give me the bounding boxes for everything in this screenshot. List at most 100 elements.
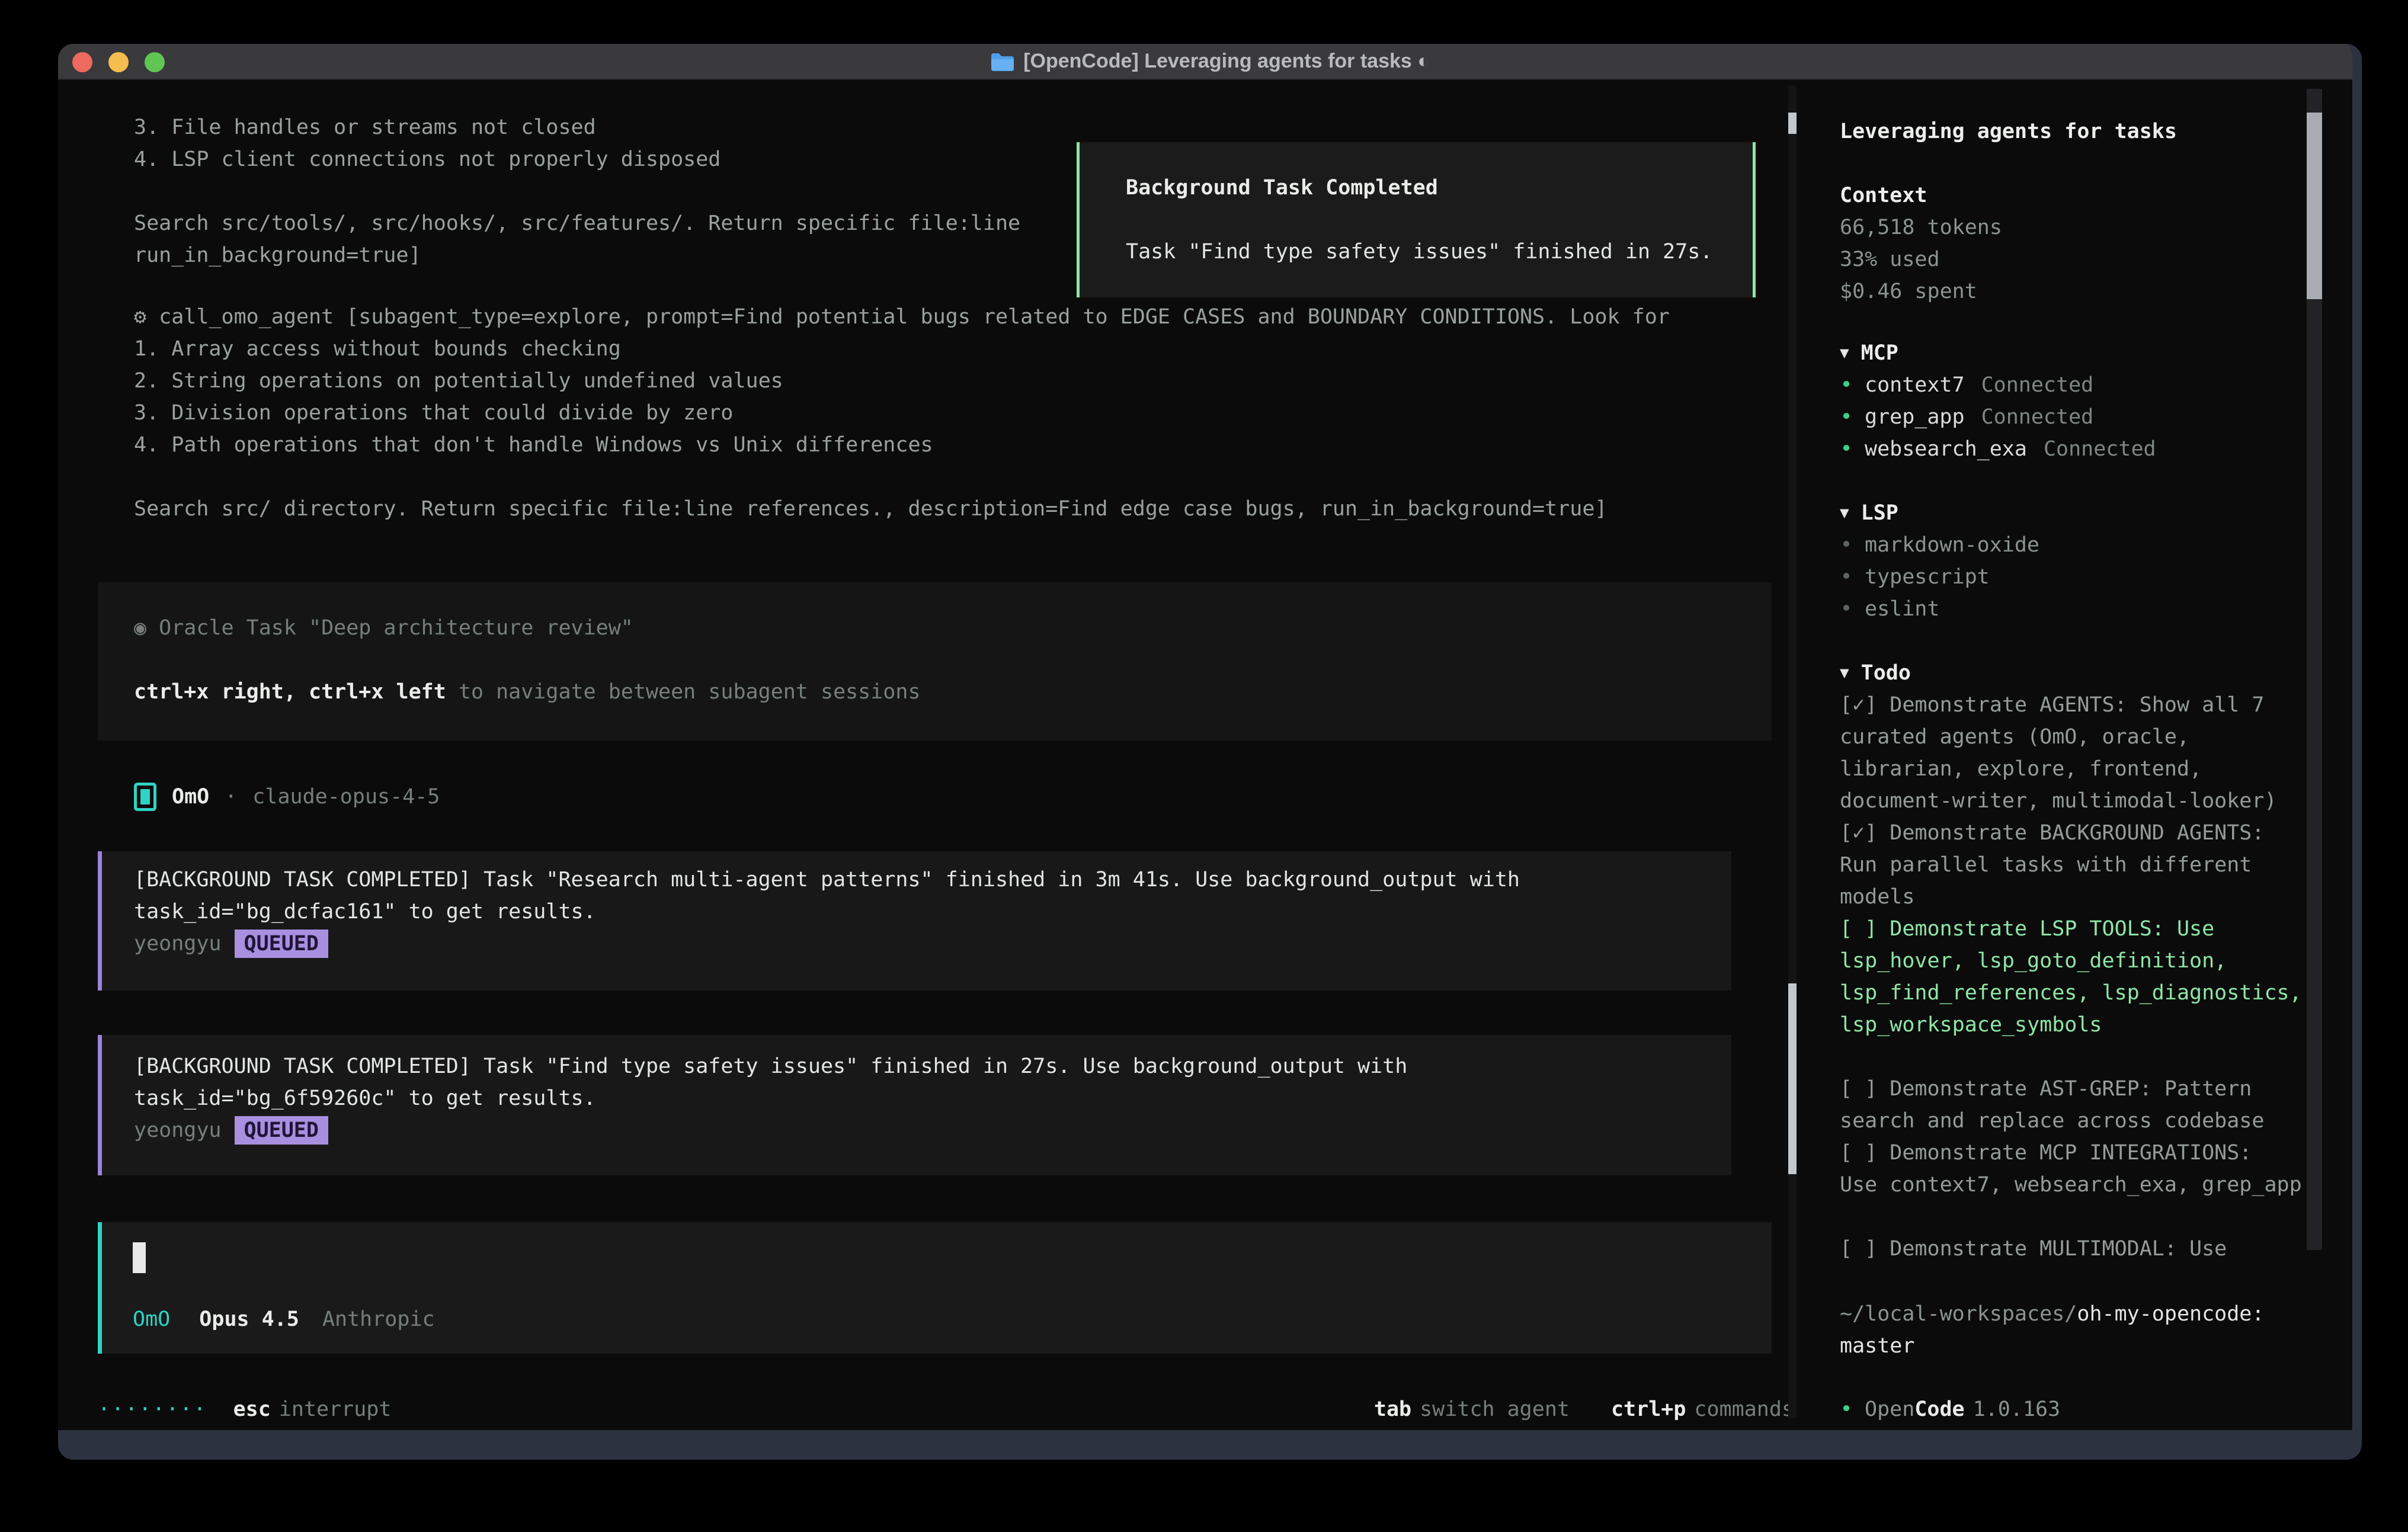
- chevron-down-icon: ▼: [1840, 657, 1849, 689]
- record-icon: ◉: [134, 616, 146, 640]
- task-completed-box-2: [BACKGROUND TASK COMPLETED] Task "Find t…: [98, 1035, 1731, 1175]
- separator-dot: ·: [225, 781, 237, 813]
- lsp-item-name: typescript: [1865, 561, 1990, 593]
- opencode-window: [OpenCode] Leveraging agents for tasks ◐…: [58, 44, 2362, 1460]
- mcp-item: • context7 Connected: [1840, 369, 2351, 401]
- lsp-item-name: markdown-oxide: [1865, 529, 2039, 561]
- ctrlp-label: commands: [1694, 1393, 1794, 1425]
- chevron-down-icon: ▼: [1840, 337, 1849, 369]
- lsp-item: • typescript: [1840, 561, 2351, 593]
- chevron-down-icon: ▼: [1840, 497, 1849, 529]
- tab-label: switch agent: [1420, 1393, 1570, 1425]
- status-bar: ········ esc interrupt tab switch agent …: [98, 1393, 1794, 1425]
- agent-terminal-icon: [134, 783, 156, 811]
- mcp-item-name: context7: [1865, 369, 1965, 401]
- input-model: Opus 4.5: [199, 1307, 299, 1331]
- main-scrollbar-track[interactable]: [1788, 85, 1797, 1418]
- sidebar-scrollbar-thumb[interactable]: [2307, 113, 2322, 299]
- lsp-header-label: LSP: [1861, 497, 1898, 529]
- opencode-version: 1.0.163: [1973, 1398, 2061, 1421]
- bullet-icon: •: [1840, 1393, 1853, 1425]
- mcp-item-name: grep_app: [1865, 401, 1965, 433]
- mcp-item-status: Connected: [1981, 401, 2094, 433]
- agent-session-line: OmO · claude-opus-4-5: [134, 781, 440, 813]
- task-user: yeongyu: [134, 1118, 222, 1142]
- mcp-header-label: MCP: [1861, 337, 1898, 369]
- close-button[interactable]: [72, 52, 92, 72]
- bullet-icon: •: [1840, 529, 1853, 561]
- traffic-lights: [72, 44, 165, 80]
- tool-call-first-line: ⚙ call_omo_agent [subagent_type=explore,…: [134, 301, 1757, 333]
- status-left: ········ esc interrupt: [98, 1393, 391, 1425]
- prompt-input[interactable]: OmO Opus 4.5 Anthropic: [98, 1222, 1772, 1354]
- todo-pending-items: [ ] Demonstrate AST-GREP: Pattern search…: [1840, 1073, 2351, 1201]
- bullet-icon: •: [1840, 593, 1853, 625]
- folder-icon: [990, 52, 1014, 71]
- minimize-button[interactable]: [108, 52, 129, 72]
- todo-header-label: Todo: [1861, 657, 1911, 689]
- task-completed-box-1: [BACKGROUND TASK COMPLETED] Task "Resear…: [98, 851, 1731, 991]
- task-body: [BACKGROUND TASK COMPLETED] Task "Resear…: [134, 864, 1731, 928]
- esc-label: interrupt: [279, 1393, 392, 1425]
- mcp-item-status: Connected: [1981, 369, 2094, 401]
- workspace-prefix: ~/local-workspaces/: [1840, 1302, 2077, 1326]
- oracle-task-box: ◉ Oracle Task "Deep architecture review"…: [98, 582, 1772, 741]
- task-user: yeongyu: [134, 932, 222, 956]
- context-stats: 66,518 tokens 33% used $0.46 spent: [1840, 211, 2351, 307]
- oracle-hint: ctrl+x right, ctrl+x left to navigate be…: [134, 676, 1772, 708]
- context-header: Context: [1840, 180, 2351, 211]
- bullet-icon: •: [1840, 369, 1853, 401]
- agent-model: claude-opus-4-5: [252, 781, 440, 813]
- tab-key: tab: [1374, 1393, 1411, 1425]
- lsp-item: • eslint: [1840, 593, 2351, 625]
- main-scrollbar-thumb[interactable]: [1788, 983, 1797, 1174]
- context-header-label: Context: [1840, 180, 1927, 211]
- background-task-toast: Background Task Completed Task "Find typ…: [1077, 142, 1756, 297]
- task-user-row: yeongyu QUEUED: [134, 928, 1731, 960]
- workspace-repo: oh-my-opencode:: [2077, 1302, 2264, 1326]
- opencode-name-dim: Open: [1865, 1398, 1914, 1421]
- text-cursor: [133, 1242, 146, 1273]
- todo-pending-item-multimodal: [ ] Demonstrate MULTIMODAL: Use: [1840, 1233, 2351, 1265]
- lsp-header[interactable]: ▼ LSP: [1840, 497, 2351, 529]
- opencode-name: OpenCode 1.0.163: [1865, 1393, 2060, 1425]
- oracle-task-title: ◉ Oracle Task "Deep architecture review": [134, 612, 1772, 644]
- mcp-item-status: Connected: [2044, 433, 2156, 465]
- workspace-branch: master: [1840, 1330, 2351, 1362]
- mcp-list: •context7Connected•grep_appConnected•web…: [1840, 369, 2351, 465]
- lsp-item-name: eslint: [1865, 593, 1939, 625]
- agent-name: OmO: [172, 781, 209, 813]
- sidebar-session-title: Leveraging agents for tasks: [1840, 116, 2351, 148]
- tool-call-text: call_omo_agent [subagent_type=explore, p…: [159, 305, 1670, 329]
- tool-call-rest: 1. Array access without bounds checking …: [134, 333, 1757, 525]
- title-wrap: [OpenCode] Leveraging agents for tasks ◐: [990, 50, 1430, 73]
- maximize-button[interactable]: [145, 52, 165, 72]
- queued-badge: QUEUED: [235, 1116, 328, 1145]
- todo-active-item: [ ] Demonstrate LSP TOOLS: Use lsp_hover…: [1840, 913, 2351, 1041]
- task-body: [BACKGROUND TASK COMPLETED] Task "Find t…: [134, 1050, 1731, 1114]
- queued-badge: QUEUED: [235, 930, 328, 958]
- toast-body: Task "Find type safety issues" finished …: [1126, 236, 1753, 268]
- spinner-dots-icon: ········: [98, 1393, 207, 1425]
- mcp-header[interactable]: ▼ MCP: [1840, 337, 2351, 369]
- oracle-task-label: Oracle Task "Deep architecture review": [159, 616, 633, 640]
- mcp-item: •websearch_exaConnected: [1840, 433, 2351, 465]
- mcp-item-name: websearch_exa: [1865, 433, 2027, 465]
- titlebar: [OpenCode] Leveraging agents for tasks ◐: [58, 44, 2362, 80]
- toast-title: Background Task Completed: [1126, 172, 1753, 204]
- opencode-name-bold: Code: [1914, 1398, 1964, 1421]
- window-title: [OpenCode] Leveraging agents for tasks ◐: [1023, 50, 1430, 73]
- sidebar: Leveraging agents for tasks Context 66,5…: [1807, 80, 2351, 1430]
- hint-keys: ctrl+x right, ctrl+x left: [134, 680, 446, 704]
- status-right: tab switch agent ctrl+p commands: [1374, 1393, 1794, 1425]
- lsp-list: • markdown-oxide • typescript • eslint: [1840, 529, 2351, 625]
- gear-icon: ⚙: [134, 305, 146, 329]
- todo-header[interactable]: ▼ Todo: [1840, 657, 2351, 689]
- esc-key: esc: [233, 1393, 271, 1425]
- bullet-icon: •: [1840, 561, 1853, 593]
- opencode-version-line: • OpenCode 1.0.163: [1840, 1393, 2351, 1425]
- main-scrollbar-thumb-top[interactable]: [1788, 113, 1797, 134]
- ctrlp-key: ctrl+p: [1611, 1393, 1686, 1425]
- hint-text: to navigate between subagent sessions: [446, 680, 921, 704]
- mcp-item: •grep_appConnected: [1840, 401, 2351, 433]
